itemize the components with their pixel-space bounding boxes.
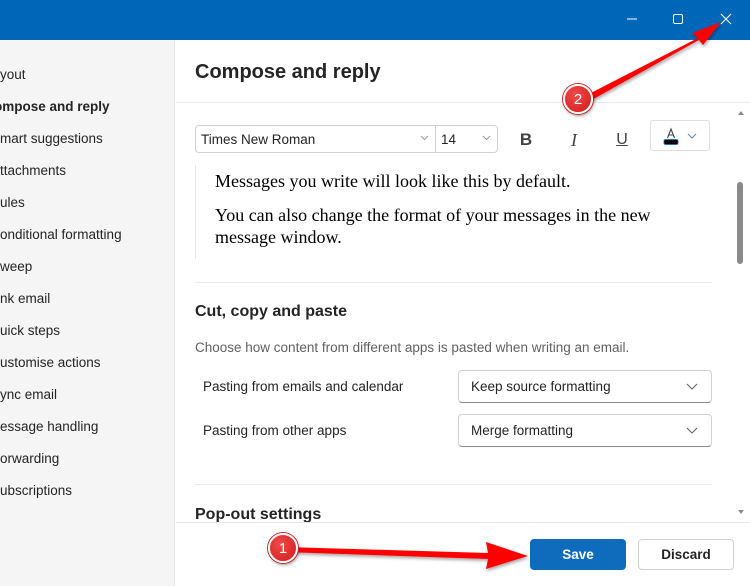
sidebar-item-forwarding[interactable]: orwarding: [0, 442, 175, 474]
paste-other-apps-dropdown[interactable]: Merge formatting: [458, 414, 712, 447]
sidebar-item-layout[interactable]: yout: [0, 58, 175, 90]
annotation-badge-1: 1: [268, 533, 298, 563]
message-format-preview: Messages you write will look like this b…: [195, 165, 715, 259]
sidebar-item-conditional-formatting[interactable]: onditional formatting: [0, 218, 175, 250]
sidebar-item-label: essage handling: [0, 418, 99, 434]
sidebar-item-label: weep: [0, 258, 33, 274]
chevron-down-icon: [687, 133, 697, 139]
font-selector: Times New Roman 14: [195, 125, 498, 153]
sidebar-item-label: mart suggestions: [0, 130, 103, 146]
sidebar-item-label: nk email: [0, 290, 51, 306]
italic-icon: I: [571, 129, 577, 150]
sidebar-item-quick-steps[interactable]: uick steps: [0, 314, 175, 346]
font-color-icon: [663, 126, 679, 145]
sidebar-item-label: ync email: [0, 386, 58, 402]
minimize-icon: [627, 18, 637, 20]
dropdown-value: Keep source formatting: [471, 379, 611, 394]
sidebar-item-junk-email[interactable]: nk email: [0, 282, 175, 314]
maximize-icon: [673, 14, 683, 24]
page-title: Compose and reply: [195, 61, 381, 83]
maximize-button[interactable]: [664, 6, 692, 32]
save-button[interactable]: Save: [530, 539, 626, 570]
paste-emails-calendar-dropdown[interactable]: Keep source formatting: [458, 370, 712, 403]
sidebar-item-smart-suggestions[interactable]: mart suggestions: [0, 122, 175, 154]
annotation-badge-2: 2: [563, 84, 593, 114]
dropdown-value: Merge formatting: [471, 423, 574, 438]
close-icon: [720, 13, 732, 25]
sidebar-item-label: orwarding: [0, 450, 60, 466]
paste-other-apps-label: Pasting from other apps: [203, 423, 347, 438]
sidebar-item-label: uick steps: [0, 322, 61, 338]
bold-icon: B: [519, 130, 533, 149]
sidebar-item-label: yout: [0, 66, 26, 82]
sidebar-item-label: onditional formatting: [0, 226, 122, 242]
sidebar-item-message-handling[interactable]: essage handling: [0, 410, 175, 442]
section-divider: [195, 282, 712, 283]
cut-copy-paste-description: Choose how content from different apps i…: [195, 340, 630, 355]
section-divider: [195, 484, 712, 485]
minimize-button[interactable]: [618, 6, 646, 32]
scrollbar-thumb[interactable]: [737, 182, 743, 264]
cut-copy-paste-title: Cut, copy and paste: [195, 303, 348, 320]
preview-text-line2: You can also change the format of your m…: [215, 205, 651, 247]
sidebar-item-label: ubscriptions: [0, 482, 73, 498]
sidebar-item-attachments[interactable]: ttachments: [0, 154, 175, 186]
sidebar-item-subscriptions[interactable]: ubscriptions: [0, 474, 175, 506]
window-titlebar: [0, 0, 750, 40]
settings-sidebar: yout ompose and reply mart suggestions t…: [0, 40, 175, 586]
bold-button[interactable]: B: [513, 128, 539, 152]
sidebar-item-sync-email[interactable]: ync email: [0, 378, 175, 410]
scroll-up-arrow-icon[interactable]: [738, 110, 744, 115]
underline-icon: U: [616, 131, 628, 148]
sidebar-item-label: ules: [0, 194, 25, 210]
font-family-value: Times New Roman: [201, 131, 316, 147]
chevron-down-icon: [686, 427, 698, 434]
sidebar-item-compose-and-reply[interactable]: ompose and reply: [0, 90, 175, 122]
chevron-down-icon: [686, 383, 698, 390]
font-size-value: 14: [441, 131, 457, 147]
discard-button[interactable]: Discard: [638, 539, 734, 570]
scroll-down-arrow-icon[interactable]: [738, 510, 744, 515]
chevron-down-icon: [420, 135, 429, 141]
sidebar-item-label: ttachments: [0, 162, 67, 178]
content-scrollbar[interactable]: [734, 106, 748, 522]
sidebar-item-rules[interactable]: ules: [0, 186, 175, 218]
sidebar-item-label: ompose and reply: [0, 98, 110, 114]
sidebar-item-customise-actions[interactable]: ustomise actions: [0, 346, 175, 378]
settings-footer: Save Discard: [176, 522, 750, 586]
font-family-dropdown[interactable]: Times New Roman: [196, 126, 436, 152]
sidebar-item-label: ustomise actions: [0, 354, 101, 370]
italic-button[interactable]: I: [561, 128, 587, 152]
settings-main-panel: Compose and reply Times New Roman 14 B I…: [176, 40, 750, 586]
underline-button[interactable]: U: [609, 128, 635, 152]
font-size-dropdown[interactable]: 14: [436, 126, 497, 152]
sidebar-item-sweep[interactable]: weep: [0, 250, 175, 282]
preview-text-line1: Messages you write will look like this b…: [215, 171, 571, 191]
font-color-button[interactable]: [650, 120, 710, 151]
close-button[interactable]: [712, 6, 740, 32]
chevron-down-icon: [482, 135, 491, 141]
title-divider: [176, 102, 750, 103]
paste-emails-calendar-label: Pasting from emails and calendar: [203, 379, 404, 394]
